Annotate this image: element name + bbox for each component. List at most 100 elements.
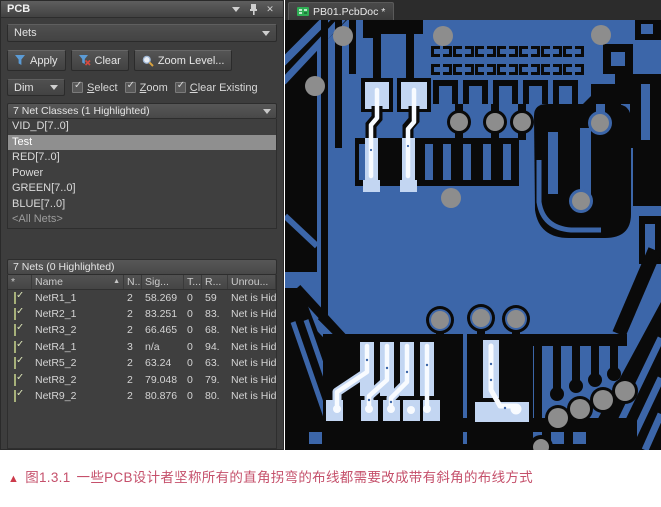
checkbox-checked-icon: [175, 82, 186, 93]
column-header-nodes[interactable]: N..: [124, 275, 142, 289]
table-row[interactable]: NetR2_1 2 83.251 0 83. Net is Hid: [8, 306, 276, 322]
table-row[interactable]: NetR3_2 2 66.465 0 68. Net is Hid: [8, 322, 276, 338]
column-header-t[interactable]: T...: [184, 275, 202, 289]
pcb-panel: PCB ✕ Nets Apply Clear: [0, 0, 284, 450]
net-class-item[interactable]: Power: [8, 166, 276, 182]
net-class-item-selected[interactable]: Test: [8, 135, 276, 151]
net-nodes: 2: [124, 308, 142, 320]
select-checkbox-option[interactable]: Select: [72, 82, 118, 94]
net-unrouted: Net is Hid: [228, 341, 276, 353]
nets-header[interactable]: 7 Nets (0 Highlighted): [7, 259, 277, 275]
caption-triangle-icon: ▲: [8, 473, 19, 485]
clear-label: Clear: [95, 55, 121, 67]
panel-close-button[interactable]: ✕: [263, 3, 277, 16]
table-row[interactable]: NetR4_1 3 n/a 0 94. Net is Hid: [8, 339, 276, 355]
net-classes-list: VID_D[7..0] Test RED[7..0] Power GREEN[7…: [7, 119, 277, 229]
table-row[interactable]: NetR1_1 2 58.269 0 59 Net is Hid: [8, 290, 276, 306]
net-name: NetR1_1: [32, 292, 124, 304]
net-class-item[interactable]: GREEN[7..0]: [8, 181, 276, 197]
net-checkbox[interactable]: [14, 374, 16, 386]
net-routed: 59: [202, 292, 228, 304]
apply-label: Apply: [30, 55, 58, 67]
figure-caption: ▲图1.3.1一些PCB设计者坚称所有的直角拐弯的布线都需要改成带有斜角的布线方…: [8, 466, 656, 486]
screenshot-stage: PCB ✕ Nets Apply Clear: [0, 0, 661, 507]
net-routed: 63.: [202, 357, 228, 369]
net-checkbox[interactable]: [14, 357, 16, 369]
column-header-signal[interactable]: Sig...: [142, 275, 184, 289]
panel-spacer: [7, 229, 277, 259]
checkbox-checked-icon: [72, 82, 83, 93]
net-checkbox[interactable]: [14, 341, 16, 353]
net-classes-header-label: 7 Net Classes (1 Highlighted): [13, 105, 150, 117]
clear-button[interactable]: Clear: [71, 50, 129, 71]
funnel-icon: [15, 55, 26, 66]
chevron-down-icon: [232, 7, 240, 12]
net-unrouted: Net is Hid: [228, 324, 276, 336]
column-header-routed[interactable]: R...: [202, 275, 228, 289]
zoom-option-label: Zoom: [140, 82, 168, 94]
net-name: NetR3_2: [32, 324, 124, 336]
net-unrouted: Net is Hid: [228, 390, 276, 402]
net-checkbox[interactable]: [14, 390, 16, 402]
net-t: 0: [184, 390, 202, 402]
column-header-enabled[interactable]: *: [8, 275, 32, 289]
net-checkbox[interactable]: [14, 308, 16, 320]
pcb-middle-blob: [534, 104, 631, 238]
net-name: NetR2_1: [32, 308, 124, 320]
net-signal: n/a: [142, 341, 184, 353]
net-routed: 80.: [202, 390, 228, 402]
document-tab-bar: PB01.PcbDoc *: [285, 0, 661, 20]
highlighted-net-bottom: [323, 334, 463, 444]
chevron-down-icon: [262, 31, 270, 36]
net-class-item-all-nets[interactable]: <All Nets>: [8, 212, 276, 228]
pcb-document-view[interactable]: [285, 20, 661, 450]
net-t: 0: [184, 341, 202, 353]
net-class-item[interactable]: VID_D[7..0]: [8, 119, 276, 135]
pin-icon: [249, 4, 258, 15]
net-name: NetR8_2: [32, 374, 124, 386]
clear-existing-option-label: Clear Existing: [190, 82, 258, 94]
net-unrouted: Net is Hid: [228, 357, 276, 369]
net-t: 0: [184, 324, 202, 336]
net-nodes: 3: [124, 341, 142, 353]
net-classes-header[interactable]: 7 Net Classes (1 Highlighted): [7, 103, 277, 119]
net-routed: 79.: [202, 374, 228, 386]
panel-mode-select[interactable]: Nets: [7, 24, 277, 42]
zoom-level-label: Zoom Level...: [158, 55, 225, 67]
caption-text: 一些PCB设计者坚称所有的直角拐弯的布线都需要改成带有斜角的布线方式: [77, 470, 533, 485]
chevron-down-icon: [50, 85, 58, 90]
net-class-item[interactable]: BLUE[7..0]: [8, 197, 276, 213]
document-tab[interactable]: PB01.PcbDoc *: [288, 2, 394, 20]
net-t: 0: [184, 357, 202, 369]
zoom-level-button[interactable]: Zoom Level...: [134, 50, 233, 71]
net-signal: 66.465: [142, 324, 184, 336]
net-checkbox[interactable]: [14, 324, 16, 336]
nets-table-header[interactable]: * Name▲ N.. Sig... T... R... Unrou...: [8, 275, 276, 290]
net-name: NetR5_2: [32, 357, 124, 369]
dim-options-row: Dim Select Zoom Clear Existing: [7, 79, 277, 96]
funnel-x-icon: [79, 55, 91, 66]
column-header-unrouted[interactable]: Unrou...: [228, 275, 276, 289]
panel-pin-button[interactable]: [246, 3, 260, 16]
select-option-label: Select: [87, 82, 118, 94]
panel-menu-button[interactable]: [229, 3, 243, 16]
column-header-name-label: Name: [35, 276, 63, 288]
table-row[interactable]: NetR8_2 2 79.048 0 79. Net is Hid: [8, 371, 276, 387]
dim-value: Dim: [14, 82, 34, 94]
panel-title: PCB: [7, 3, 226, 15]
net-class-item[interactable]: RED[7..0]: [8, 150, 276, 166]
table-row[interactable]: NetR5_2 2 63.24 0 63. Net is Hid: [8, 355, 276, 371]
clear-existing-checkbox-option[interactable]: Clear Existing: [175, 82, 258, 94]
net-signal: 58.269: [142, 292, 184, 304]
column-header-name[interactable]: Name▲: [32, 275, 124, 289]
nets-table: * Name▲ N.. Sig... T... R... Unrou... Ne…: [7, 275, 277, 450]
dim-select[interactable]: Dim: [7, 79, 65, 96]
net-nodes: 2: [124, 324, 142, 336]
net-unrouted: Net is Hid: [228, 374, 276, 386]
apply-button[interactable]: Apply: [7, 50, 66, 71]
net-name: NetR9_2: [32, 390, 124, 402]
net-checkbox[interactable]: [14, 292, 16, 304]
net-t: 0: [184, 308, 202, 320]
table-row[interactable]: NetR9_2 2 80.876 0 80. Net is Hid: [8, 388, 276, 404]
zoom-checkbox-option[interactable]: Zoom: [125, 82, 168, 94]
